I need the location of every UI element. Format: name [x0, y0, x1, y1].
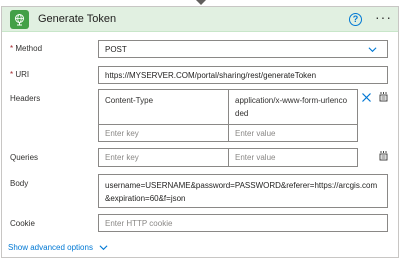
uri-label: * URI [10, 70, 30, 79]
action-title: Generate Token [38, 13, 117, 25]
show-advanced-options-link[interactable]: Show advanced options [8, 243, 108, 252]
query-value-input[interactable]: Enter value [229, 149, 357, 166]
advanced-options-label: Show advanced options [8, 243, 93, 252]
more-options-icon[interactable]: ··· [375, 9, 392, 25]
header-key-cell[interactable]: Content-Type [99, 90, 228, 124]
header-value-input[interactable]: Enter value [229, 125, 357, 142]
cookie-placeholder: Enter HTTP cookie [105, 218, 173, 228]
body-value: username=USERNAME&password=PASSWORD&refe… [105, 181, 378, 203]
action-header[interactable]: Generate Token ? ··· [2, 7, 398, 32]
switch-text-mode-icon[interactable] [378, 150, 389, 161]
query-key-input[interactable]: Enter key [99, 149, 228, 166]
help-icon[interactable]: ? [349, 13, 362, 26]
body-input[interactable]: username=USERNAME&password=PASSWORD&refe… [98, 174, 388, 208]
cookie-input[interactable]: Enter HTTP cookie [98, 214, 388, 232]
close-icon[interactable] [361, 92, 372, 103]
method-dropdown[interactable]: POST [98, 40, 388, 58]
chevron-down-icon [368, 47, 377, 53]
header-value-cell[interactable]: application/x-www-form-urlencoded [229, 90, 357, 124]
headers-label: Headers [10, 94, 41, 103]
headers-table: Content-Type application/x-www-form-urle… [98, 89, 358, 142]
header-key-input[interactable]: Enter key [99, 125, 228, 142]
switch-text-mode-icon[interactable] [378, 91, 389, 102]
action-card: Generate Token ? ··· * Method POST * URI… [1, 6, 399, 258]
connector-arrow [196, 0, 206, 5]
method-value: POST [105, 44, 127, 54]
chevron-down-icon [99, 245, 108, 251]
cookie-label: Cookie [10, 219, 35, 228]
uri-value: https://MYSERVER.COM/portal/sharing/rest… [105, 70, 317, 80]
queries-label: Queries [10, 153, 39, 162]
method-label: * Method [10, 44, 43, 53]
globe-icon [10, 10, 29, 29]
body-label: Body [10, 179, 29, 188]
queries-table: Enter key Enter value [98, 148, 358, 167]
uri-input[interactable]: https://MYSERVER.COM/portal/sharing/rest… [98, 66, 388, 84]
